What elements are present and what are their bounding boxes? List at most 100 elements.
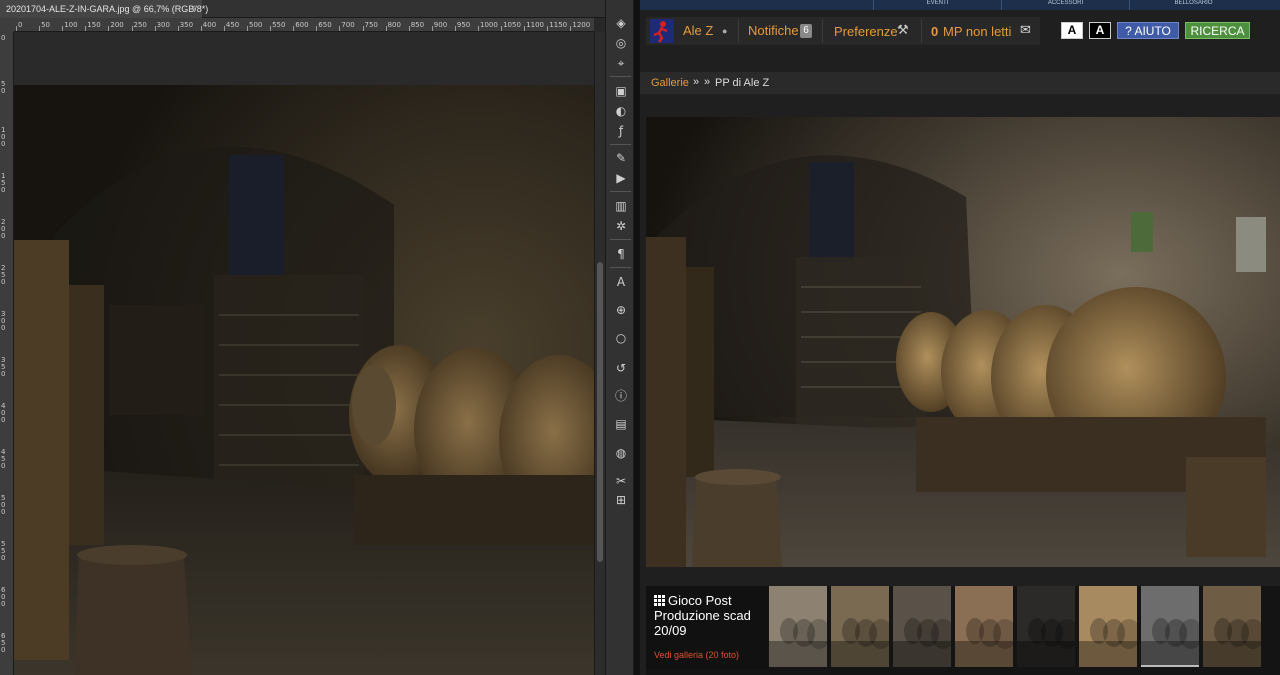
main-photo[interactable] xyxy=(646,117,1280,567)
ruler-tick-label: 300 xyxy=(1,310,6,332)
panel-separator xyxy=(610,191,631,192)
timeline-icon[interactable]: ↺ xyxy=(613,360,629,376)
gallery-card[interactable]: Gioco Post Produzione scad 20/09 Vedi ga… xyxy=(646,586,768,669)
character-icon[interactable]: A xyxy=(613,274,629,290)
ruler-tick-label: 600 xyxy=(1,586,6,608)
ruler-tick-label: 650 xyxy=(1,632,6,654)
ruler-tick xyxy=(339,26,341,31)
ruler-tick-label: 450 xyxy=(225,21,240,29)
gallery-thumbnail[interactable] xyxy=(893,586,953,667)
paths-icon[interactable]: ⌖ xyxy=(613,55,629,71)
styles-icon[interactable]: ƒ xyxy=(613,123,629,139)
ruler-tick xyxy=(478,26,479,31)
vertical-scrollbar[interactable] xyxy=(594,32,605,675)
gallery-thumbnail[interactable] xyxy=(831,586,891,667)
user-menu-icon[interactable]: ● xyxy=(722,26,727,36)
font-size-dark-button[interactable]: A xyxy=(1089,22,1111,39)
clone-source-icon[interactable]: ⊕ xyxy=(613,302,629,318)
nav-bellosario[interactable]: BELLOSARIO xyxy=(1129,0,1257,10)
ruler-tick xyxy=(62,26,64,31)
ruler-tick xyxy=(454,26,456,31)
lightbulb-icon[interactable]: ○ xyxy=(613,330,629,346)
ruler-tick-label: 900 xyxy=(433,21,448,29)
ruler-tick-label: 700 xyxy=(341,21,355,29)
username-link[interactable]: Ale Z xyxy=(683,23,713,38)
ruler-tick-label: 450 xyxy=(1,448,6,470)
histogram-icon[interactable]: ▥ xyxy=(613,198,629,214)
ruler-tick-label: 800 xyxy=(387,21,401,29)
gallery-thumbnail[interactable] xyxy=(1203,586,1263,667)
ruler-tick-label: 1100 xyxy=(526,21,545,29)
ruler-tick xyxy=(408,26,410,31)
breadcrumb-current: PP di Ale Z xyxy=(715,77,770,89)
paragraph-icon[interactable]: ¶ xyxy=(613,246,629,262)
horizontal-ruler[interactable]: 0 50 100 150 200 250 300 350 400 450 500 550 600 650 7… xyxy=(14,18,594,32)
adjustments-icon[interactable]: ◐ xyxy=(613,103,629,119)
preferences-link[interactable]: Preferenze xyxy=(834,24,898,39)
gallery-thumbnail[interactable] xyxy=(1017,586,1077,667)
private-messages-link[interactable]: MP non letti xyxy=(943,24,1011,39)
gallery-thumbnail[interactable] xyxy=(1141,586,1201,667)
layers-icon[interactable]: ◈ xyxy=(613,15,629,31)
ruler-tick-label: 200 xyxy=(1,218,6,240)
ruler-tick-label: 1150 xyxy=(549,21,568,29)
top-navigation: EVENTI ACCESSORI BELLOSARIO xyxy=(640,0,1280,10)
help-button[interactable]: ? AIUTO xyxy=(1117,22,1179,39)
gradient-icon[interactable]: ▤ xyxy=(613,416,629,432)
vertical-ruler[interactable]: 0 50 100 150 200 250 300 350 400 450 500 550 600 650 xyxy=(0,32,14,675)
document-tab-title: 20201704-ALE-Z-IN-GARA.jpg @ 66,7% (RGB/… xyxy=(6,4,209,14)
gallery-thumbnail[interactable] xyxy=(955,586,1015,667)
channels-icon[interactable]: ◎ xyxy=(613,35,629,51)
gallery-strip: Gioco Post Produzione scad 20/09 Vedi ga… xyxy=(646,586,1280,675)
libraries-icon[interactable]: ⊞ xyxy=(613,492,629,508)
ruler-tick xyxy=(316,26,318,31)
envelope-icon[interactable]: ✉ xyxy=(1020,22,1031,38)
breadcrumb: Gallerie » » PP di Ale Z xyxy=(640,72,1280,94)
thumbnail-image xyxy=(1203,586,1261,667)
gallery-card-link[interactable]: Vedi galleria (20 foto) xyxy=(654,650,739,660)
info-icon[interactable]: ⓘ xyxy=(613,388,629,404)
tool-presets-icon[interactable]: ✂ xyxy=(613,473,629,489)
ruler-tick-label: 250 xyxy=(1,264,6,286)
gallery-card-title[interactable]: Gioco Post Produzione scad 20/09 xyxy=(654,593,764,638)
thumbnail-image xyxy=(769,586,827,667)
ruler-tick-label: 550 xyxy=(272,21,286,29)
ruler-tick xyxy=(570,26,572,31)
ruler-tick-label: 600 xyxy=(295,21,309,29)
notifications-link[interactable]: Notifiche xyxy=(748,23,799,38)
ruler-tick xyxy=(501,26,503,31)
ruler-tick-label: 500 xyxy=(249,21,263,29)
nav-accessori[interactable]: ACCESSORI xyxy=(1001,0,1129,10)
user-bar: Ale Z ● Notifiche 6 Preferenze ⚒ 0 MP no… xyxy=(646,17,1040,45)
scrollbar-thumb[interactable] xyxy=(597,262,603,562)
ruler-tick xyxy=(131,26,133,31)
ruler-tick-label: 50 xyxy=(41,21,51,29)
ruler-tick-label: 0 xyxy=(18,21,23,29)
search-button[interactable]: RICERCA xyxy=(1185,22,1250,39)
ruler-tick-label: 400 xyxy=(1,402,6,424)
panel-dock: ◈ ◎ ⌖ ▣ ◐ ƒ ✎ ▶ ▥ ✲ ¶ A ⊕ ○ ↺ ⓘ ▤ ◍ ✂ ⊞ xyxy=(605,0,634,675)
avatar[interactable] xyxy=(650,19,674,43)
brush-icon[interactable]: ✎ xyxy=(613,150,629,166)
thumbnail-selected-indicator xyxy=(1141,665,1199,667)
document-tab[interactable]: 20201704-ALE-Z-IN-GARA.jpg @ 66,7% (RGB/… xyxy=(0,0,208,18)
nav-eventi[interactable]: EVENTI xyxy=(873,0,1001,10)
photoshop-window: 20201704-ALE-Z-IN-GARA.jpg @ 66,7% (RGB/… xyxy=(0,0,605,675)
ruler-tick-label: 950 xyxy=(456,21,471,29)
ruler-tick-label: 0 xyxy=(1,34,6,42)
font-size-light-button[interactable]: A xyxy=(1061,22,1083,39)
history-icon[interactable]: ▣ xyxy=(613,83,629,99)
gallery-thumbnail[interactable] xyxy=(769,586,829,667)
ruler-tick-label: 550 xyxy=(1,540,6,562)
navigator-icon[interactable]: ◍ xyxy=(613,445,629,461)
actions-icon[interactable]: ▶ xyxy=(613,170,629,186)
gallery-thumbnail[interactable] xyxy=(1079,586,1139,667)
userbar-separator xyxy=(822,19,823,43)
breadcrumb-gallerie-link[interactable]: Gallerie xyxy=(651,77,689,89)
document-canvas[interactable] xyxy=(14,85,594,675)
ruler-tick-label: 750 xyxy=(364,21,378,29)
tools-icon[interactable]: ⚒ xyxy=(897,22,909,38)
properties-icon[interactable]: ✲ xyxy=(613,218,629,234)
close-tab-icon[interactable]: × xyxy=(190,0,196,18)
breadcrumb-separator: » xyxy=(704,76,711,88)
